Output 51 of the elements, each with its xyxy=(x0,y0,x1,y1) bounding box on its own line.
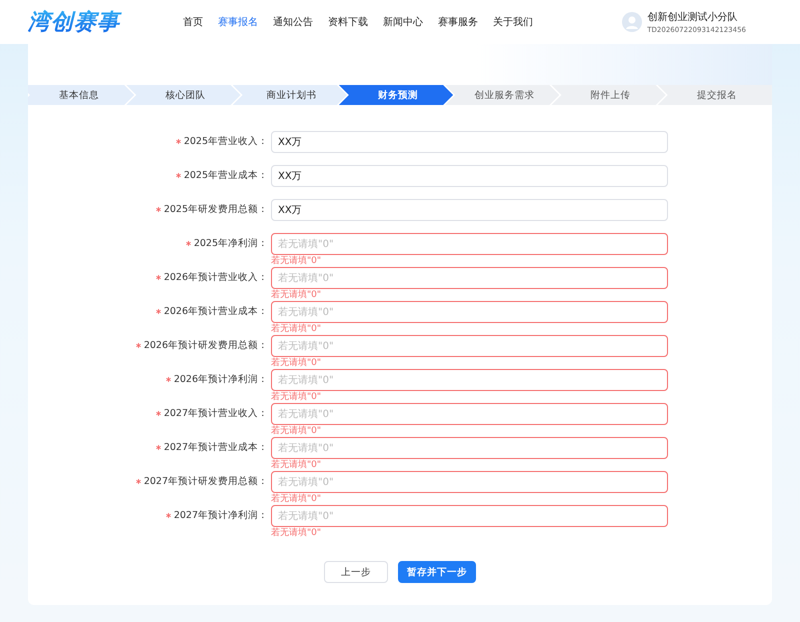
field-label: 2026年预计研发费用总额： xyxy=(144,339,268,353)
nav-link[interactable]: 通知公告 xyxy=(273,15,313,29)
field-label: 2027年预计营业收入： xyxy=(164,407,268,421)
input-field[interactable]: 若无请填"0" xyxy=(271,301,668,323)
input-field[interactable]: 若无请填"0" xyxy=(271,369,668,391)
input-field[interactable]: XX万 xyxy=(271,131,668,153)
error-message: 若无请填"0" xyxy=(271,392,322,403)
error-message: 若无请填"0" xyxy=(271,494,322,505)
step-tab[interactable]: 财务预测 xyxy=(338,85,454,105)
nav-link[interactable]: 赛事服务 xyxy=(438,15,478,29)
nav-link[interactable]: 首页 xyxy=(183,15,203,29)
field-label: 2026年预计净利润： xyxy=(174,373,268,387)
input-field[interactable]: 若无请填"0" xyxy=(271,471,668,493)
nav-link[interactable]: 新闻中心 xyxy=(383,15,423,29)
field-label: 2027年预计净利润： xyxy=(174,509,268,523)
error-message: 若无请填"0" xyxy=(271,460,322,471)
nav-link[interactable]: 赛事报名 xyxy=(218,15,258,29)
nav-link[interactable]: 资料下载 xyxy=(328,15,368,29)
field-label: 2025年净利润： xyxy=(194,237,268,251)
step-tab[interactable]: 提交报名 xyxy=(658,85,772,105)
error-message: 若无请填"0" xyxy=(271,324,322,335)
user-name: 创新创业测试小分队 xyxy=(647,10,738,24)
field-label: 2025年研发费用总额： xyxy=(164,203,268,217)
error-message: 若无请填"0" xyxy=(271,358,322,369)
step-tab[interactable]: 核心团队 xyxy=(126,85,241,105)
input-field[interactable]: 若无请填"0" xyxy=(271,403,668,425)
input-field[interactable]: XX万 xyxy=(271,199,668,221)
step-tab[interactable]: 基本信息 xyxy=(28,85,134,105)
field-label: 2026年预计营业成本： xyxy=(164,305,268,319)
field-label: 2027年预计研发费用总额： xyxy=(144,475,268,489)
step-tab[interactable]: 商业计划书 xyxy=(232,85,347,105)
field-label: 2025年营业成本： xyxy=(184,169,268,183)
error-message: 若无请填"0" xyxy=(271,256,322,267)
step-tab[interactable]: 附件上传 xyxy=(551,85,666,105)
save-next-button[interactable]: 暂存并下一步 xyxy=(398,561,476,583)
input-field[interactable]: 若无请填"0" xyxy=(271,267,668,289)
input-field[interactable]: 若无请填"0" xyxy=(271,505,668,527)
field-label: 2027年预计营业成本： xyxy=(164,441,268,455)
error-message: 若无请填"0" xyxy=(271,290,322,301)
field-label: 2025年营业收入： xyxy=(184,135,268,149)
field-label: 2026年预计营业收入： xyxy=(164,271,268,285)
nav-link[interactable]: 关于我们 xyxy=(493,15,533,29)
input-field[interactable]: 若无请填"0" xyxy=(271,437,668,459)
error-message: 若无请填"0" xyxy=(271,426,322,437)
input-field[interactable]: 若无请填"0" xyxy=(271,335,668,357)
input-field[interactable]: 若无请填"0" xyxy=(271,233,668,255)
error-message: 若无请填"0" xyxy=(271,528,322,539)
avatar-icon[interactable] xyxy=(622,12,642,32)
step-tab[interactable]: 创业服务需求 xyxy=(445,85,560,105)
input-field[interactable]: XX万 xyxy=(271,165,668,187)
previous-button[interactable]: 上一步 xyxy=(324,561,388,583)
